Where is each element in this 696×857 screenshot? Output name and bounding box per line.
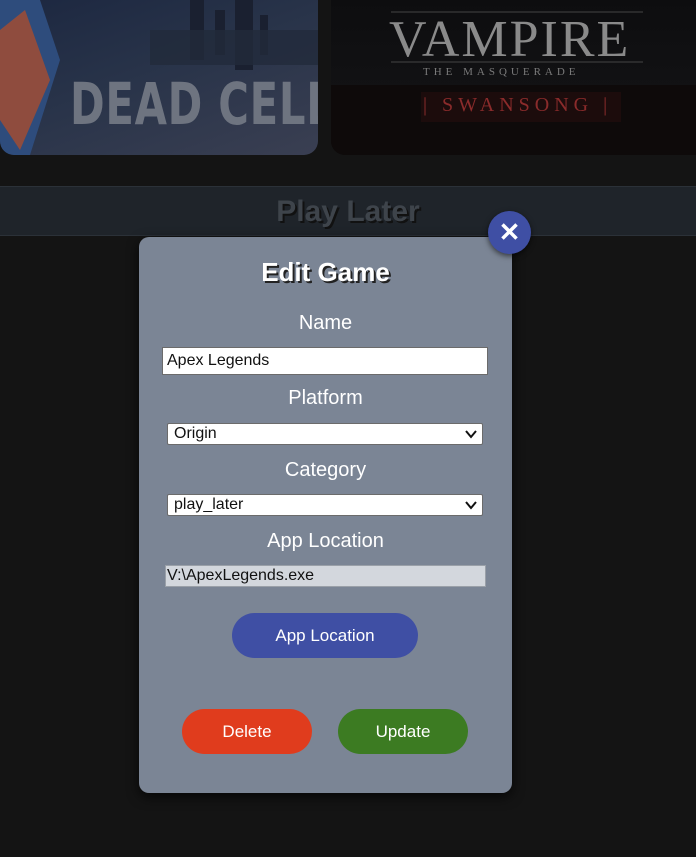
dead-cells-logo: DEAD CELLS (70, 70, 318, 138)
platform-label: Platform (288, 387, 363, 409)
category-label: Category (284, 459, 367, 481)
vampire-edition: | SWANSONG | (423, 94, 613, 116)
delete-button[interactable]: Delete (182, 709, 312, 754)
category-select-value: play_later (174, 496, 244, 513)
chevron-down-icon (465, 501, 477, 510)
modal-title: Edit Game (261, 257, 390, 287)
update-button[interactable]: Update (338, 709, 468, 754)
close-modal-button[interactable]: ✕ (488, 211, 531, 254)
app-location-button[interactable]: App Location (232, 613, 418, 658)
vampire-subtitle: THE MASQUERADE (423, 66, 580, 78)
chevron-down-icon (465, 430, 477, 439)
name-label: Name (298, 312, 353, 334)
close-icon: ✕ (498, 217, 521, 247)
category-select[interactable]: play_later (167, 494, 483, 516)
game-cover-vampire-swansong[interactable]: VAMPIRE THE MASQUERADE | SWANSONG | (331, 0, 696, 155)
section-title: Play Later (276, 195, 420, 228)
platform-select[interactable]: Origin (167, 423, 483, 445)
section-header: Play Later (0, 186, 696, 236)
name-input[interactable] (162, 347, 488, 375)
game-cover-dead-cells[interactable]: DEAD CELLS (0, 0, 318, 155)
app-location-label: App Location (267, 530, 384, 552)
platform-select-value: Origin (174, 425, 217, 442)
app-location-field[interactable] (165, 565, 486, 587)
edit-game-modal: Edit Game Name Platform Origin Category … (139, 237, 512, 793)
vampire-logo: VAMPIRE (389, 11, 631, 68)
